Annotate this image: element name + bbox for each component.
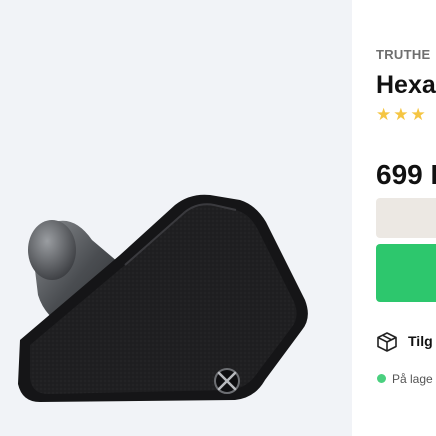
box-icon [377, 332, 397, 352]
add-to-cart-button[interactable] [376, 244, 436, 302]
product-title: Hexa [376, 71, 436, 99]
product-info-panel: TRUTHE Hexa ★ ★ ★ 699 I Tilg På lage [376, 0, 436, 436]
rating-stars[interactable]: ★ ★ ★ [376, 106, 428, 125]
green-dot-icon [377, 374, 386, 383]
variant-select[interactable] [376, 198, 436, 238]
screw-icon [214, 368, 240, 394]
availability-label: Tilg [408, 333, 433, 349]
product-image[interactable] [0, 0, 352, 436]
product-brand[interactable]: TRUTHE [376, 47, 431, 62]
star-icon: ★ [376, 105, 392, 124]
star-icon: ★ [393, 105, 409, 124]
stock-label: På lage [392, 372, 433, 386]
product-price: 699 I [376, 159, 436, 190]
earphone-illustration [18, 194, 308, 402]
star-icon: ★ [410, 105, 426, 124]
